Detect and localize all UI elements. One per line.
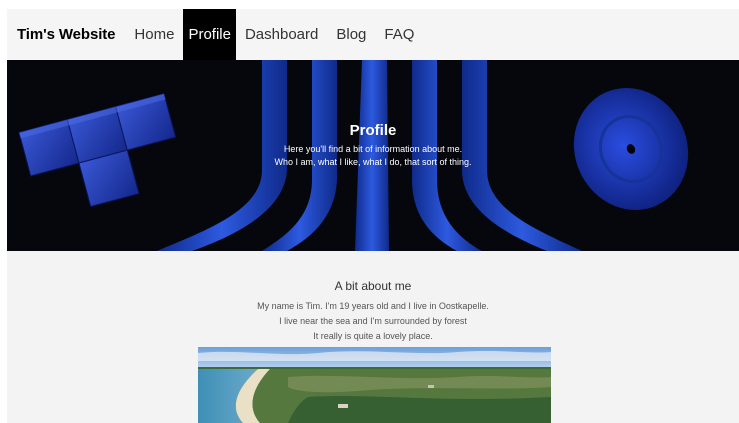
nav-item-blog[interactable]: Blog xyxy=(327,9,375,60)
nav-item-profile[interactable]: Profile xyxy=(183,9,236,60)
nav-item-faq[interactable]: FAQ xyxy=(375,9,423,60)
page-frame: Tim's Website Home Profile Dashboard Blo… xyxy=(7,9,739,423)
navbar: Tim's Website Home Profile Dashboard Blo… xyxy=(7,9,739,60)
about-section: A bit about me My name is Tim. I'm 19 ye… xyxy=(7,251,739,423)
hero-line-1: Here you'll find a bit of information ab… xyxy=(283,144,463,154)
landscape-photo xyxy=(198,347,551,423)
hero-banner: Profile Here you'll find a bit of inform… xyxy=(7,60,739,251)
about-line-1: My name is Tim. I'm 19 years old and I l… xyxy=(257,301,489,311)
hero-text: Profile Here you'll find a bit of inform… xyxy=(7,60,739,251)
hero-line-2: Who I am, what I like, what I do, that s… xyxy=(274,157,472,167)
hero-title: Profile xyxy=(349,122,397,139)
site-brand[interactable]: Tim's Website xyxy=(7,9,125,60)
about-title: A bit about me xyxy=(334,279,412,293)
nav-item-dashboard[interactable]: Dashboard xyxy=(236,9,327,60)
about-line-2: I live near the sea and I'm surrounded b… xyxy=(279,316,467,326)
nav-item-home[interactable]: Home xyxy=(125,9,183,60)
about-line-3: It really is quite a lovely place. xyxy=(313,331,433,341)
